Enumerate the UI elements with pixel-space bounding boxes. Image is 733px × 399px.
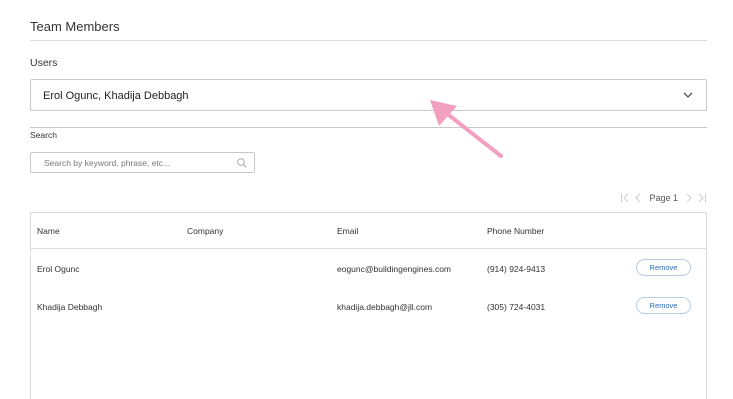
search-box <box>30 152 255 173</box>
section-title: Team Members <box>30 19 120 34</box>
page-label: Page 1 <box>649 193 678 203</box>
table-row: Khadija Debbagh khadija.debbagh@jll.com … <box>31 288 706 326</box>
first-page-icon[interactable] <box>620 193 630 203</box>
search-label: Search <box>30 130 57 140</box>
chevron-down-icon <box>683 92 693 98</box>
users-selected-value: Erol Ogunc, Khadija Debbagh <box>43 90 189 102</box>
divider <box>30 40 707 41</box>
arrow-shaft <box>439 107 503 158</box>
member-phone: (914) 924-9413 <box>487 264 546 274</box>
member-name: Erol Ogunc <box>37 264 80 274</box>
remove-button[interactable]: Remove <box>636 297 691 314</box>
member-phone: (305) 724-4031 <box>487 302 546 312</box>
member-email: khadija.debbagh@jll.com <box>337 302 433 312</box>
members-table: Name Company Email Phone Number Erol Ogu… <box>30 212 707 399</box>
remove-button[interactable]: Remove <box>636 259 691 276</box>
users-label: Users <box>30 57 58 69</box>
last-page-icon[interactable] <box>697 193 707 203</box>
column-header-company[interactable]: Company <box>187 226 223 236</box>
member-email: eogunc@buildingengines.com <box>337 264 452 274</box>
prev-page-icon[interactable] <box>634 193 642 203</box>
table-header: Name Company Email Phone Number <box>31 213 706 249</box>
column-header-phone[interactable]: Phone Number <box>487 226 544 236</box>
column-header-email[interactable]: Email <box>337 226 358 236</box>
pagination: Page 1 <box>620 191 707 205</box>
column-header-name[interactable]: Name <box>37 226 60 236</box>
users-select[interactable]: Erol Ogunc, Khadija Debbagh <box>30 79 707 111</box>
member-name: Khadija Debbagh <box>37 302 103 312</box>
divider <box>30 127 707 128</box>
search-input[interactable] <box>31 153 231 172</box>
annotation-arrow-icon <box>430 100 503 158</box>
next-page-icon[interactable] <box>685 193 693 203</box>
search-icon[interactable] <box>236 157 248 169</box>
arrow-head <box>430 100 457 126</box>
table-row: Erol Ogunc eogunc@buildingengines.com (9… <box>31 250 706 288</box>
